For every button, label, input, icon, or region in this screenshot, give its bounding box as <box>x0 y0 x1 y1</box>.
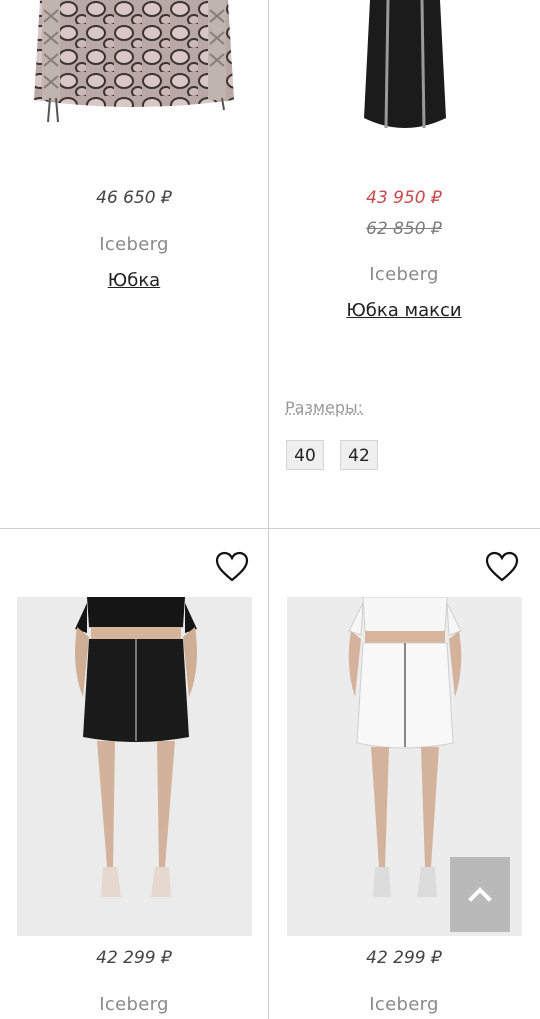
sizes-label[interactable]: Размеры: <box>285 398 363 417</box>
product-image-maxi-skirt[interactable] <box>350 0 460 140</box>
product-price-old: 62 850 ₽ <box>366 219 442 239</box>
product-price: 46 650 ₽ <box>96 188 172 208</box>
product-title-text[interactable]: Юбка макси <box>346 300 461 321</box>
product-price: 42 299 ₽ <box>366 948 442 968</box>
product-brand[interactable]: Iceberg <box>0 994 268 1015</box>
product-title-link[interactable]: Юбка <box>0 270 268 291</box>
heart-icon[interactable] <box>215 551 249 583</box>
product-title-text[interactable]: Юбка <box>108 270 160 291</box>
size-option-42[interactable]: 42 <box>340 440 378 470</box>
product-grid: 46 650 ₽ Iceberg Юбка 43 950 ₽ 62 850 ₽ … <box>0 0 540 1019</box>
product-image-snakeskin-skirt[interactable] <box>30 0 238 130</box>
product-price-sale: 43 950 ₽ <box>366 188 442 208</box>
product-brand[interactable]: Iceberg <box>270 264 538 285</box>
product-image-black-mini-skirt[interactable] <box>17 597 252 936</box>
row-divider <box>0 528 540 529</box>
heart-icon[interactable] <box>485 551 519 583</box>
product-title-link[interactable]: Юбка макси <box>270 300 538 321</box>
chevron-up-icon <box>468 887 492 902</box>
size-option-40[interactable]: 40 <box>286 440 324 470</box>
scroll-to-top-button[interactable] <box>450 857 510 932</box>
column-divider <box>268 0 269 1019</box>
product-price: 42 299 ₽ <box>96 948 172 968</box>
product-brand[interactable]: Iceberg <box>0 234 268 255</box>
product-brand[interactable]: Iceberg <box>270 994 538 1015</box>
